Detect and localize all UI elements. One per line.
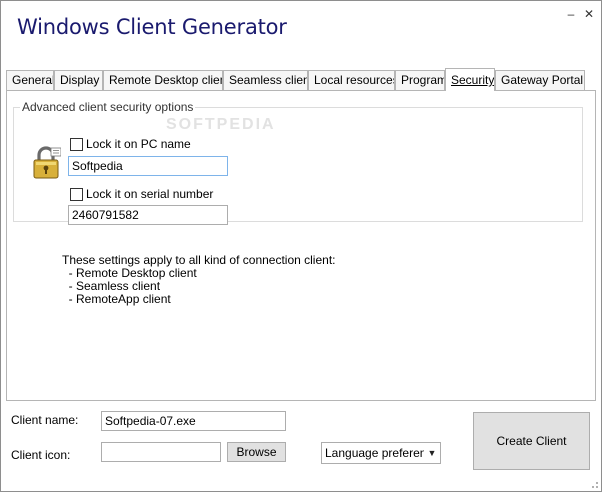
tab-security[interactable]: Security — [445, 68, 495, 91]
language-select[interactable]: Language preference ▼ — [321, 442, 441, 464]
pc-name-field[interactable]: Softpedia — [68, 156, 228, 176]
serial-number-field[interactable]: 2460791582 — [68, 205, 228, 225]
tab-display[interactable]: Display — [54, 70, 103, 91]
tab-local-resources[interactable]: Local resources — [308, 70, 395, 91]
lock-pc-name-label: Lock it on PC name — [86, 137, 191, 151]
language-select-value: Language preference — [325, 446, 440, 460]
tab-label: General — [12, 73, 54, 87]
tab-label: Local resources — [314, 73, 395, 87]
resize-grip-icon[interactable] — [589, 479, 599, 489]
client-name-label: Client name: — [11, 413, 79, 427]
browse-button[interactable]: Browse — [227, 442, 286, 462]
security-options-group: Advanced client security options SOFTPED… — [13, 100, 583, 225]
watermark: SOFTPEDIA — [166, 116, 276, 133]
lock-pc-name-option[interactable]: Lock it on PC name — [70, 136, 191, 152]
tab-label: Seamless client — [229, 73, 308, 87]
group-title: Advanced client security options — [22, 100, 194, 114]
tab-general[interactable]: General — [6, 70, 54, 91]
tab-strip: General Display Remote Desktop client Se… — [6, 68, 596, 91]
client-icon-label: Client icon: — [11, 448, 71, 462]
minimize-button[interactable]: – — [563, 6, 579, 22]
tab-seamless-client[interactable]: Seamless client — [223, 70, 308, 91]
security-tab-panel: Advanced client security options SOFTPED… — [6, 90, 596, 401]
tab-program[interactable]: Program — [395, 70, 445, 91]
tab-gateway-portal[interactable]: Gateway Portal — [495, 70, 585, 91]
tab-label: Remote Desktop client — [109, 73, 223, 87]
info-line: - RemoteApp client — [62, 292, 171, 306]
tab-remote-desktop-client[interactable]: Remote Desktop client — [103, 70, 223, 91]
chevron-down-icon: ▼ — [424, 443, 440, 463]
client-name-field[interactable]: Softpedia-07.exe — [101, 411, 286, 431]
lock-serial-option[interactable]: Lock it on serial number — [70, 186, 213, 202]
lock-serial-checkbox[interactable] — [70, 187, 83, 201]
padlock-icon — [33, 146, 61, 179]
client-icon-field[interactable] — [101, 442, 221, 462]
tab-label: Display — [60, 73, 100, 87]
create-client-button[interactable]: Create Client — [473, 412, 590, 470]
close-button[interactable]: ✕ — [581, 6, 597, 22]
tab-label: Security — [451, 73, 495, 87]
app-window: Windows Client Generator – ✕ General Dis… — [0, 0, 602, 492]
tab-label: Gateway Portal — [501, 73, 584, 87]
window-title: Windows Client Generator — [17, 15, 287, 39]
info-text: These settings apply to all kind of conn… — [62, 254, 336, 306]
lock-pc-name-checkbox[interactable] — [70, 137, 83, 151]
lock-serial-label: Lock it on serial number — [86, 187, 214, 201]
tab-label: Program — [401, 73, 445, 87]
